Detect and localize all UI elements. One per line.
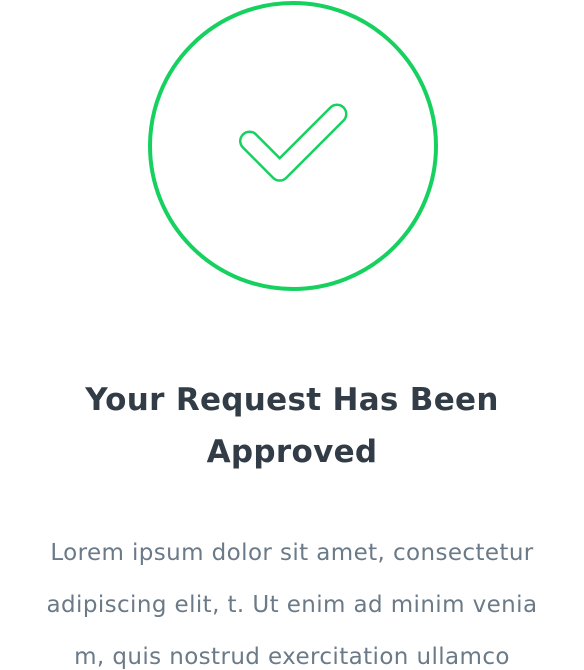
description-line: adipiscing elit, t. Ut enim ad minim ven… bbox=[46, 592, 538, 618]
description-line: m, quis nostrud exercitation ullamco bbox=[74, 644, 510, 670]
check-circle-icon bbox=[148, 1, 438, 291]
description-line: Lorem ipsum dolor sit amet, consectetur bbox=[50, 540, 534, 566]
page-title: Your Request Has Been Approved bbox=[0, 374, 584, 478]
approval-confirmation-screen: Your Request Has Been Approved Lorem ips… bbox=[0, 0, 584, 670]
title-line: Approved bbox=[206, 434, 378, 470]
title-line: Your Request Has Been bbox=[85, 382, 499, 418]
description-text: Lorem ipsum dolor sit amet, consectetur … bbox=[0, 527, 584, 670]
